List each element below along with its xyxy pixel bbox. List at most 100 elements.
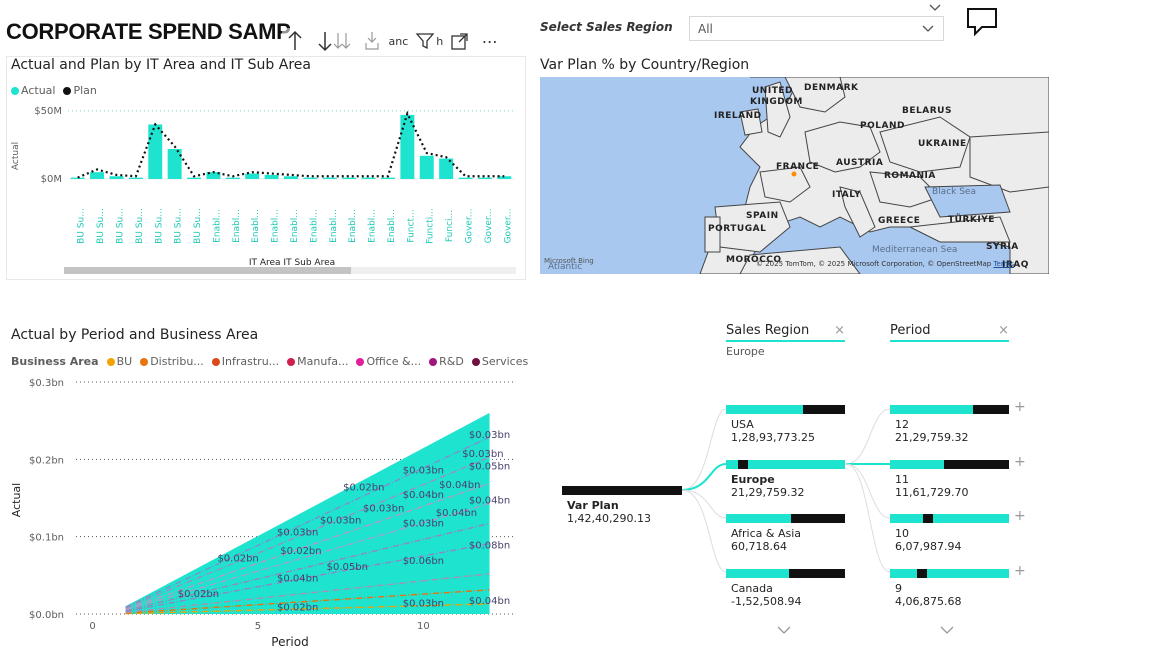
decomp-node-value: -1,52,508.94	[731, 594, 802, 608]
bar-actual[interactable]	[167, 149, 182, 179]
x-tick-label: Enabl...	[212, 209, 222, 243]
bar-actual[interactable]	[439, 158, 454, 179]
legend-item: BU	[106, 355, 132, 368]
expand-plus-icon[interactable]: +	[1014, 399, 1026, 415]
bar-actual[interactable]	[128, 177, 143, 179]
chart2-title: Actual by Period and Business Area	[11, 327, 259, 343]
decomp-node-value: 60,718.64	[731, 540, 787, 553]
decomp-node-bar[interactable]	[726, 459, 845, 469]
legend-item: Distribu...	[140, 355, 204, 368]
chart2-legend: Business Area BU Distribu... Infrastru... M…	[11, 355, 528, 368]
decomp-root-bar[interactable]	[562, 486, 682, 495]
decomp-node-label: Canada	[731, 581, 773, 595]
data-label: $0.03bn	[277, 527, 318, 538]
legend-item: Office &...	[356, 355, 421, 368]
decomp-node-bar[interactable]	[726, 405, 845, 414]
data-label: $0.04bn	[277, 574, 318, 585]
data-label: $0.03bn	[403, 465, 444, 476]
decomp-col1-subtitle: Europe	[726, 345, 765, 358]
bar-actual[interactable]	[342, 177, 357, 179]
expand-plus-icon[interactable]: +	[1014, 563, 1026, 579]
bar-actual[interactable]	[70, 177, 85, 179]
sort-ascending-icon[interactable]	[282, 28, 308, 54]
legend-label: Manufa...	[297, 355, 349, 368]
bar-actual[interactable]	[109, 176, 124, 179]
scroll-down-icon[interactable]	[939, 620, 955, 639]
bar-actual[interactable]	[322, 177, 337, 179]
chart1-legend: Actual Plan	[11, 84, 97, 97]
map-terms-link[interactable]: Terms	[993, 260, 1014, 268]
decomp-node-fill	[923, 514, 933, 523]
bar-actual[interactable]	[477, 177, 492, 179]
region-dropdown[interactable]: All	[689, 16, 944, 41]
chart-actual-by-period: Actual Period $0.0bn $0.1bn $0.2bn $0.3bn 0 5…	[10, 378, 516, 649]
x-tick-label: Enabl...	[348, 209, 358, 243]
x-tick-label: Enabl...	[290, 209, 300, 243]
decomp-node-bar[interactable]	[890, 459, 1009, 469]
decomp-node-fill	[973, 405, 1009, 414]
decomp-col-period[interactable]: Period ×	[890, 323, 1009, 342]
y-tick-label: $50M	[34, 106, 62, 117]
bar-actual[interactable]	[90, 172, 105, 179]
legend-label: Actual	[21, 84, 56, 97]
bar-actual[interactable]	[284, 176, 298, 179]
decomp-col-sales-region[interactable]: Sales Region ×	[726, 323, 845, 342]
expand-plus-icon[interactable]: +	[1014, 454, 1026, 470]
bar-actual[interactable]	[400, 114, 415, 179]
bar-actual[interactable]	[361, 177, 376, 179]
legend-label: Services	[481, 355, 529, 368]
drill-down-icon[interactable]	[329, 28, 355, 54]
x-tick-label: BU Su...	[174, 208, 184, 244]
bar-actual[interactable]	[419, 155, 434, 179]
decomp-node-bar[interactable]	[726, 568, 845, 578]
decomp-node-bar[interactable]	[726, 514, 845, 523]
chart1-scrollbar-thumb[interactable]	[64, 267, 351, 274]
x-tick-label: Gover...	[503, 209, 513, 244]
map-visual[interactable]: UNITED KINGDOM DENMARK IRELAND BELARUS POLAND…	[540, 77, 1049, 274]
legend-swatch	[106, 357, 115, 366]
comment-icon[interactable]	[965, 6, 999, 42]
x-tick-label: BU Su...	[77, 208, 87, 244]
decomp-node-label: 9	[895, 581, 902, 595]
bar-actual[interactable]	[245, 173, 260, 179]
bar-actual[interactable]	[225, 177, 240, 179]
bar-actual[interactable]	[264, 174, 279, 179]
decomp-root-value: 1,42,40,290.13	[567, 512, 651, 525]
legend-title: Business Area	[11, 355, 99, 368]
x-tick-label: Funct...	[406, 209, 416, 242]
map-label: UKRAINE	[918, 139, 967, 149]
legend-swatch	[429, 357, 438, 366]
close-icon[interactable]: ×	[998, 323, 1009, 338]
decomp-node-bar[interactable]	[890, 514, 1009, 523]
y-tick-label: $0.2bn	[29, 455, 64, 466]
x-tick-label: Enabl...	[368, 209, 378, 243]
bar-actual[interactable]	[187, 177, 202, 179]
bar-actual[interactable]	[458, 177, 473, 179]
decomp-root-label: Var Plan	[567, 499, 619, 512]
decomp-node-fill	[944, 459, 1009, 469]
legend-item-actual: Actual	[11, 84, 55, 97]
bar-actual[interactable]	[303, 177, 318, 179]
legend-swatch	[63, 86, 72, 95]
more-options-icon[interactable]: ⋯	[477, 28, 503, 54]
decomp-node-label: 12	[895, 418, 909, 431]
chart2-yaxis-title: Actual	[10, 483, 23, 517]
x-tick-label: BU Su...	[193, 208, 203, 244]
x-tick-label: 0	[89, 621, 95, 632]
close-icon[interactable]: ×	[834, 323, 845, 338]
slicer-collapse-icon[interactable]	[928, 0, 942, 17]
decomp-node-bar[interactable]	[890, 405, 1009, 414]
map-label: GREECE	[878, 216, 921, 226]
decomp-node-bar[interactable]	[890, 568, 1009, 578]
scroll-down-icon[interactable]	[776, 620, 792, 639]
focus-mode-icon[interactable]	[447, 28, 473, 54]
bar-actual[interactable]	[380, 177, 395, 179]
legend-swatch	[11, 86, 19, 95]
y-tick-label: $0M	[41, 174, 62, 185]
expand-hierarchy-icon[interactable]	[359, 28, 385, 54]
bar-actual[interactable]	[148, 124, 163, 179]
data-label: $0.05bn	[469, 462, 510, 473]
expand-plus-icon[interactable]: +	[1014, 508, 1026, 524]
data-label: $0.03bn	[320, 516, 361, 527]
filter-icon[interactable]	[412, 28, 438, 54]
